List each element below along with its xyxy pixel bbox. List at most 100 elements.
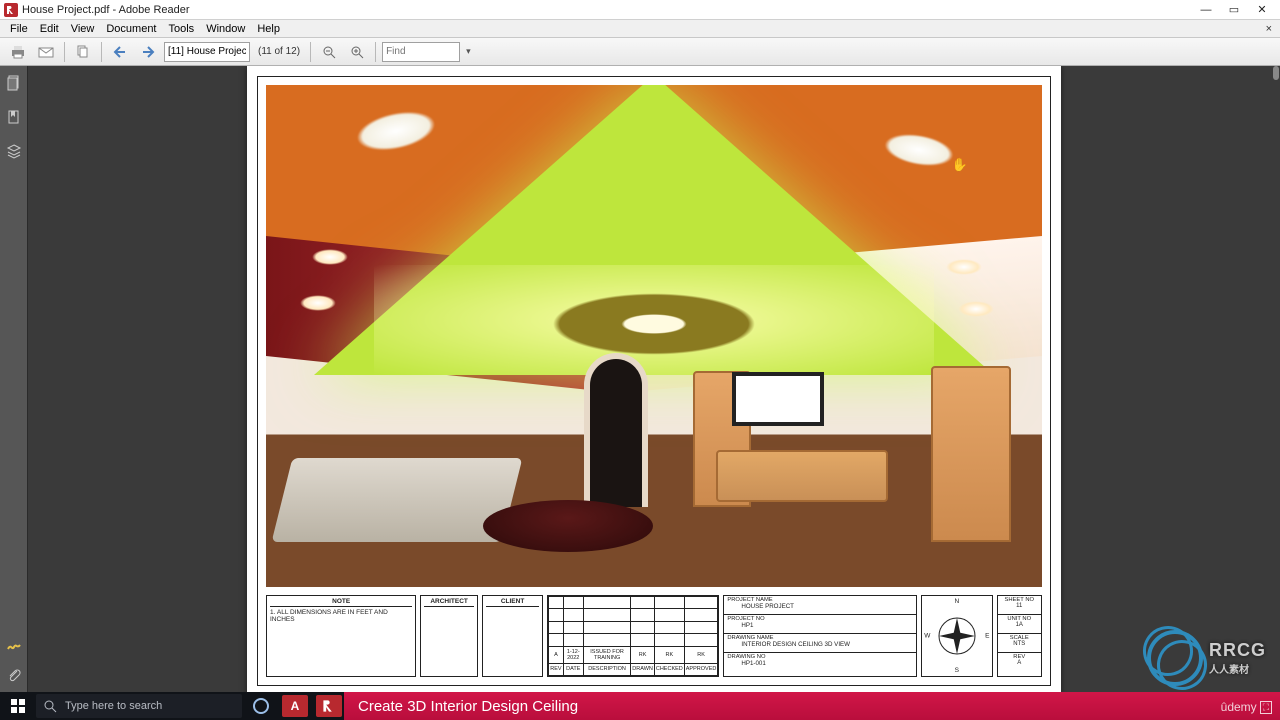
udemy-text: ûdemy — [1221, 700, 1257, 714]
menu-tools[interactable]: Tools — [163, 23, 201, 35]
navigation-panel — [0, 66, 28, 692]
rev-cell: RK — [684, 646, 718, 663]
taskbar-app-adobe-reader[interactable] — [316, 695, 342, 717]
document-close-icon[interactable]: × — [1266, 23, 1272, 35]
sheet-no-value: 11 — [1000, 603, 1040, 609]
rev-hdr: CHECKED — [654, 663, 684, 675]
find-dropdown-icon[interactable]: ▾ — [464, 46, 473, 57]
compass-n: N — [954, 598, 959, 605]
menubar: File Edit View Document Tools Window Hel… — [0, 20, 1280, 38]
rev-hdr: REV — [549, 663, 563, 675]
separator-icon — [101, 42, 102, 62]
lesson-title: Create 3D Interior Design Ceiling — [358, 698, 578, 715]
project-info-box: PROJECT NAMEHOUSE PROJECT PROJECT NOHP1 … — [723, 595, 917, 677]
search-icon — [44, 700, 57, 713]
pages-icon[interactable] — [5, 74, 23, 92]
print-button[interactable] — [6, 41, 30, 63]
adobe-reader-icon — [4, 3, 18, 17]
rev-hdr: APPROVED — [684, 663, 718, 675]
rev-hdr: DRAWN — [631, 663, 655, 675]
window-title: House Project.pdf - Adobe Reader — [22, 4, 1192, 16]
page-border: ✋ NOTE 1. ALL DIMENSIONS ARE IN FEET AND… — [257, 76, 1051, 686]
revision-table: A 1-12-2022 ISSUED FOR TRAINING RK RK RK… — [547, 595, 719, 677]
bookmarks-icon[interactable] — [5, 108, 23, 126]
watermark-text1: RRCG — [1209, 640, 1266, 661]
watermark-logo-icon — [1147, 630, 1203, 686]
taskbar-search[interactable]: Type here to search — [36, 694, 242, 718]
menu-view[interactable]: View — [65, 23, 101, 35]
document-area: ✋ NOTE 1. ALL DIMENSIONS ARE IN FEET AND… — [0, 66, 1280, 692]
client-header: CLIENT — [486, 598, 539, 607]
close-button[interactable]: ✕ — [1248, 1, 1276, 19]
client-box: CLIENT — [482, 595, 543, 677]
rev-hdr: DESCRIPTION — [583, 663, 630, 675]
lesson-title-banner: Create 3D Interior Design Ceiling — [344, 692, 1280, 720]
menu-document[interactable]: Document — [100, 23, 162, 35]
zoom-in-button[interactable] — [345, 41, 369, 63]
menu-file[interactable]: File — [4, 23, 34, 35]
minimize-button[interactable]: ― — [1192, 1, 1220, 19]
rev-cell: RK — [654, 646, 684, 663]
drawing-name-value: INTERIOR DESIGN CEILING 3D VIEW — [727, 641, 913, 648]
hand-cursor-icon: ✋ — [952, 157, 968, 173]
rev-hdr: DATE — [563, 663, 583, 675]
sheet-info-box: SHEET NO11 UNIT NO1A SCALENTS REVA — [997, 595, 1043, 677]
rev-value: A — [1000, 660, 1040, 666]
unit-no-value: 1A — [1000, 622, 1040, 628]
attachments-icon[interactable] — [5, 666, 23, 684]
pdf-page: ✋ NOTE 1. ALL DIMENSIONS ARE IN FEET AND… — [247, 66, 1061, 692]
search-placeholder: Type here to search — [65, 700, 162, 712]
scrollbar-thumb[interactable] — [1273, 66, 1279, 80]
compass-s: S — [955, 667, 959, 674]
email-button[interactable] — [34, 41, 58, 63]
taskbar-apps: A — [246, 692, 344, 720]
windows-icon — [11, 699, 25, 713]
taskbar-app-autocad[interactable]: A — [282, 695, 308, 717]
separator-icon — [310, 42, 311, 62]
watermark-text2: 人人素材 — [1209, 661, 1266, 676]
layers-icon[interactable] — [5, 142, 23, 160]
note-text: 1. ALL DIMENSIONS ARE IN FEET AND INCHES — [270, 609, 412, 623]
page-viewport[interactable]: ✋ NOTE 1. ALL DIMENSIONS ARE IN FEET AND… — [28, 66, 1280, 692]
rev-cell: A — [549, 646, 563, 663]
rev-cell: RK — [631, 646, 655, 663]
project-name-value: HOUSE PROJECT — [727, 603, 913, 610]
menu-edit[interactable]: Edit — [34, 23, 65, 35]
maximize-button[interactable]: ▭ — [1220, 1, 1248, 19]
separator-icon — [375, 42, 376, 62]
compass-icon — [935, 614, 979, 658]
rev-cell: ISSUED FOR TRAINING — [583, 646, 630, 663]
fullscreen-icon[interactable]: ⛶ — [1260, 701, 1272, 714]
pages-panel-button[interactable] — [71, 41, 95, 63]
separator-icon — [64, 42, 65, 62]
signatures-icon[interactable] — [5, 636, 23, 654]
note-header: NOTE — [270, 598, 412, 607]
windows-taskbar: Type here to search A Create 3D Interior… — [0, 692, 1280, 720]
taskbar-app-cortana[interactable] — [246, 692, 276, 720]
scale-value: NTS — [1000, 641, 1040, 647]
page-count-label: (11 of 12) — [258, 46, 300, 57]
menu-window[interactable]: Window — [200, 23, 251, 35]
rev-cell: 1-12-2022 — [563, 646, 583, 663]
toolbar: (11 of 12) ▾ — [0, 38, 1280, 66]
prev-page-button[interactable] — [108, 41, 132, 63]
page-title-field[interactable] — [164, 42, 250, 62]
window-controls: ― ▭ ✕ — [1192, 1, 1276, 19]
drawing-no-value: HP1-001 — [727, 660, 913, 667]
compass-e: E — [985, 633, 989, 640]
window-titlebar: House Project.pdf - Adobe Reader ― ▭ ✕ — [0, 0, 1280, 20]
compass-w: W — [924, 633, 930, 640]
north-arrow-box: N E S W — [921, 595, 992, 677]
title-block: NOTE 1. ALL DIMENSIONS ARE IN FEET AND I… — [266, 595, 1042, 677]
find-field[interactable] — [382, 42, 460, 62]
architect-header: ARCHITECT — [424, 598, 473, 607]
start-button[interactable] — [0, 692, 36, 720]
architect-box: ARCHITECT — [420, 595, 477, 677]
note-box: NOTE 1. ALL DIMENSIONS ARE IN FEET AND I… — [266, 595, 416, 677]
project-no-value: HP1 — [727, 622, 913, 629]
zoom-out-button[interactable] — [317, 41, 341, 63]
next-page-button[interactable] — [136, 41, 160, 63]
menu-help[interactable]: Help — [251, 23, 286, 35]
udemy-watermark: ûdemy ⛶ — [1221, 700, 1272, 714]
interior-render-image: ✋ — [266, 85, 1042, 587]
